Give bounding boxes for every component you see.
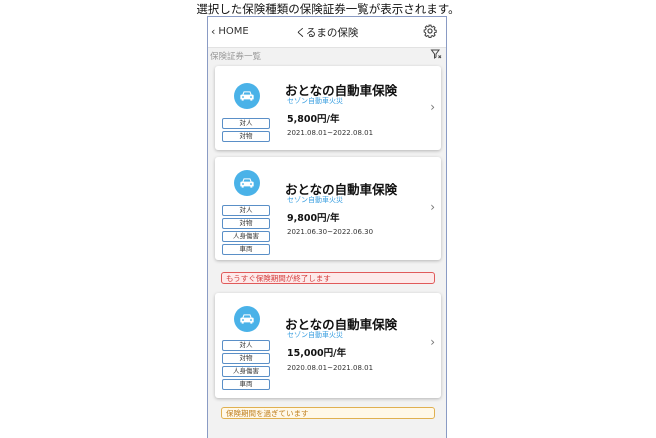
section-row: 保険証券一覧 <box>208 47 446 63</box>
company-name: セゾン自動車火災 <box>287 97 343 105</box>
coverage-tag: 対物 <box>222 218 270 229</box>
expiring-alert: もうすぐ保険期間が終了します <box>221 272 435 284</box>
coverage-tag: 対人 <box>222 205 270 216</box>
chevron-right-icon: › <box>430 200 435 214</box>
coverage-tags: 対人 対物 <box>222 118 270 142</box>
policy-period: 2021.08.01~2022.08.01 <box>287 129 374 137</box>
coverage-tag: 車両 <box>222 244 270 255</box>
policy-card[interactable]: 対人 対物 おとなの自動車保険 セゾン自動車火災 5,800円/年 2021.0… <box>215 66 441 150</box>
section-label: 保険証券一覧 <box>210 52 262 62</box>
chevron-right-icon: › <box>430 335 435 349</box>
expired-alert: 保険期間を過ぎています <box>221 407 435 419</box>
car-icon <box>234 306 260 332</box>
policy-period: 2020.08.01~2021.08.01 <box>287 364 374 372</box>
coverage-tag: 車両 <box>222 379 270 390</box>
coverage-tag: 対人 <box>222 118 270 129</box>
company-name: セゾン自動車火災 <box>287 196 343 204</box>
company-name: セゾン自動車火災 <box>287 331 343 339</box>
coverage-tags: 対人 対物 人身傷害 車両 <box>222 205 270 255</box>
coverage-tag: 人身傷害 <box>222 231 270 242</box>
price: 5,800円/年 <box>287 114 340 125</box>
car-icon <box>234 170 260 196</box>
app-header: ‹ HOME くるまの保険 <box>208 17 446 48</box>
filter-icon[interactable] <box>430 48 442 60</box>
chevron-left-icon: ‹ <box>211 25 216 38</box>
back-label: HOME <box>218 26 249 37</box>
back-button[interactable]: ‹ HOME <box>211 25 249 38</box>
policy-card[interactable]: 対人 対物 人身傷害 車両 おとなの自動車保険 セゾン自動車火災 9,800円/… <box>215 157 441 260</box>
price: 9,800円/年 <box>287 213 340 224</box>
coverage-tag: 対物 <box>222 353 270 364</box>
phone-screen: ‹ HOME くるまの保険 保険証券一覧 対人 対物 おとなの自動車保険 セゾン… <box>207 16 447 438</box>
price: 15,000円/年 <box>287 348 347 359</box>
policy-period: 2021.06.30~2022.06.30 <box>287 228 374 236</box>
coverage-tag: 人身傷害 <box>222 366 270 377</box>
coverage-tag: 対物 <box>222 131 270 142</box>
chevron-right-icon: › <box>430 100 435 114</box>
caption: 選択した保険種類の保険証券一覧が表示されます。 <box>196 2 460 16</box>
gear-icon[interactable] <box>423 24 437 38</box>
coverage-tag: 対人 <box>222 340 270 351</box>
policy-card[interactable]: 対人 対物 人身傷害 車両 おとなの自動車保険 セゾン自動車火災 15,000円… <box>215 293 441 398</box>
car-icon <box>234 83 260 109</box>
coverage-tags: 対人 対物 人身傷害 車両 <box>222 340 270 390</box>
